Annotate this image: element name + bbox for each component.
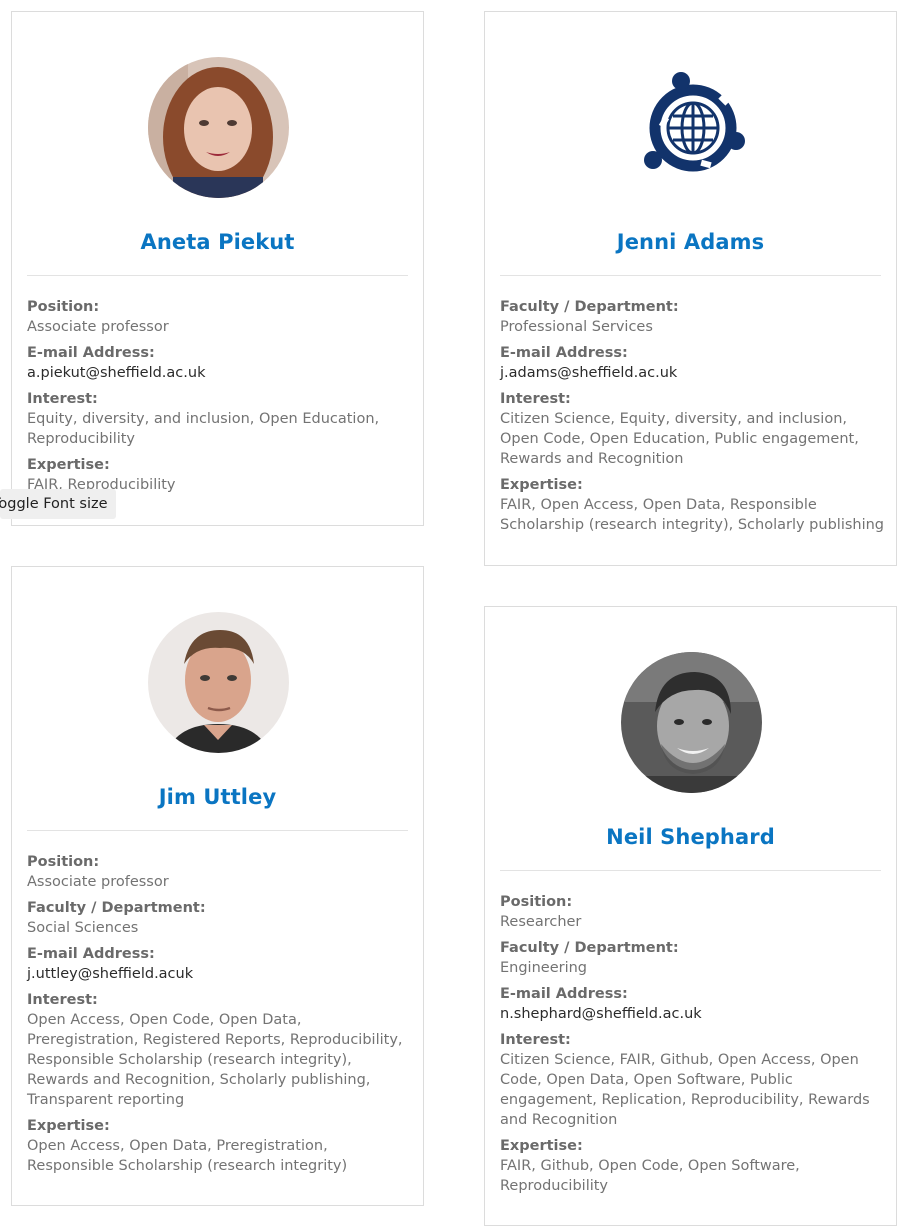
field-value: Citizen Science, Equity, diversity, and … <box>500 411 859 467</box>
field-interest: Interest: Citizen Science, Equity, diver… <box>500 389 884 469</box>
field-expertise: Expertise: Open Access, Open Data, Prere… <box>27 1116 411 1176</box>
profile-fields: Faculty / Department: Professional Servi… <box>500 297 884 541</box>
field-label: Interest: <box>27 992 98 1008</box>
field-value: Associate professor <box>27 874 169 890</box>
field-interest: Interest: Equity, diversity, and inclusi… <box>27 389 411 449</box>
field-label: Expertise: <box>500 1138 583 1154</box>
field-label: Interest: <box>500 391 571 407</box>
field-department: Faculty / Department: Social Sciences <box>27 898 411 938</box>
divider <box>27 275 408 276</box>
toggle-font-size-button[interactable]: Toggle Font size <box>0 489 116 519</box>
member-name[interactable]: Aneta Piekut <box>12 230 423 254</box>
field-expertise: Expertise: FAIR, Github, Open Code, Open… <box>500 1136 884 1196</box>
profile-card: Aneta Piekut Position: Associate profess… <box>11 11 424 526</box>
globe-people-icon <box>621 57 762 198</box>
field-interest: Interest: Open Access, Open Code, Open D… <box>27 990 411 1110</box>
divider <box>500 275 881 276</box>
field-department: Faculty / Department: Professional Servi… <box>500 297 884 337</box>
field-value: Citizen Science, FAIR, Github, Open Acce… <box>500 1052 870 1128</box>
field-label: Faculty / Department: <box>27 900 206 916</box>
profile-fields: Position: Researcher Faculty / Departmen… <box>500 892 884 1202</box>
field-value: FAIR, Github, Open Code, Open Software, … <box>500 1158 800 1194</box>
email-link[interactable]: j.uttley@sheffield.acuk <box>27 964 411 984</box>
divider <box>500 870 881 871</box>
field-label: E-mail Address: <box>27 946 155 962</box>
avatar[interactable] <box>148 57 289 198</box>
field-value: Open Access, Open Data, Preregistration,… <box>27 1138 348 1174</box>
field-label: E-mail Address: <box>500 986 628 1002</box>
field-label: Expertise: <box>500 477 583 493</box>
field-department: Faculty / Department: Engineering <box>500 938 884 978</box>
avatar[interactable] <box>148 612 289 753</box>
member-name[interactable]: Jim Uttley <box>12 785 423 809</box>
field-expertise: Expertise: FAIR, Open Access, Open Data,… <box>500 475 884 535</box>
field-interest: Interest: Citizen Science, FAIR, Github,… <box>500 1030 884 1130</box>
field-label: Position: <box>500 894 573 910</box>
field-position: Position: Associate professor <box>27 852 411 892</box>
field-email: E-mail Address: j.uttley@sheffield.acuk <box>27 944 411 984</box>
field-label: Interest: <box>500 1032 571 1048</box>
email-link[interactable]: n.shephard@sheffield.ac.uk <box>500 1004 884 1024</box>
field-position: Position: Associate professor <box>27 297 411 337</box>
field-value: Professional Services <box>500 319 653 335</box>
field-label: Position: <box>27 299 100 315</box>
divider <box>27 830 408 831</box>
avatar-photo <box>621 652 762 793</box>
member-name[interactable]: Jenni Adams <box>485 230 896 254</box>
profile-card: Jim Uttley Position: Associate professor… <box>11 566 424 1206</box>
field-label: Faculty / Department: <box>500 299 679 315</box>
field-label: Faculty / Department: <box>500 940 679 956</box>
field-value: Associate professor <box>27 319 169 335</box>
field-label: E-mail Address: <box>27 345 155 361</box>
field-email: E-mail Address: a.piekut@sheffield.ac.uk <box>27 343 411 383</box>
field-email: E-mail Address: n.shephard@sheffield.ac.… <box>500 984 884 1024</box>
field-label: Expertise: <box>27 1118 110 1134</box>
field-value: Equity, diversity, and inclusion, Open E… <box>27 411 380 447</box>
member-name[interactable]: Neil Shephard <box>485 825 896 849</box>
email-link[interactable]: j.adams@sheffield.ac.uk <box>500 363 884 383</box>
profile-fields: Position: Associate professor E-mail Add… <box>27 297 411 501</box>
profile-card: Neil Shephard Position: Researcher Facul… <box>484 606 897 1226</box>
avatar[interactable] <box>621 57 762 198</box>
profile-fields: Position: Associate professor Faculty / … <box>27 852 411 1182</box>
field-value: Open Access, Open Code, Open Data, Prere… <box>27 1012 403 1108</box>
field-label: Expertise: <box>27 457 110 473</box>
field-value: Researcher <box>500 914 582 930</box>
field-value: Social Sciences <box>27 920 139 936</box>
field-label: E-mail Address: <box>500 345 628 361</box>
field-label: Position: <box>27 854 100 870</box>
field-position: Position: Researcher <box>500 892 884 932</box>
profile-card: Jenni Adams Faculty / Department: Profes… <box>484 11 897 566</box>
field-value: Engineering <box>500 960 587 976</box>
field-email: E-mail Address: j.adams@sheffield.ac.uk <box>500 343 884 383</box>
avatar[interactable] <box>621 652 762 793</box>
avatar-photo <box>148 612 289 753</box>
field-label: Interest: <box>27 391 98 407</box>
email-link[interactable]: a.piekut@sheffield.ac.uk <box>27 363 411 383</box>
field-value: FAIR, Open Access, Open Data, Responsibl… <box>500 497 885 533</box>
avatar-photo <box>148 57 289 198</box>
